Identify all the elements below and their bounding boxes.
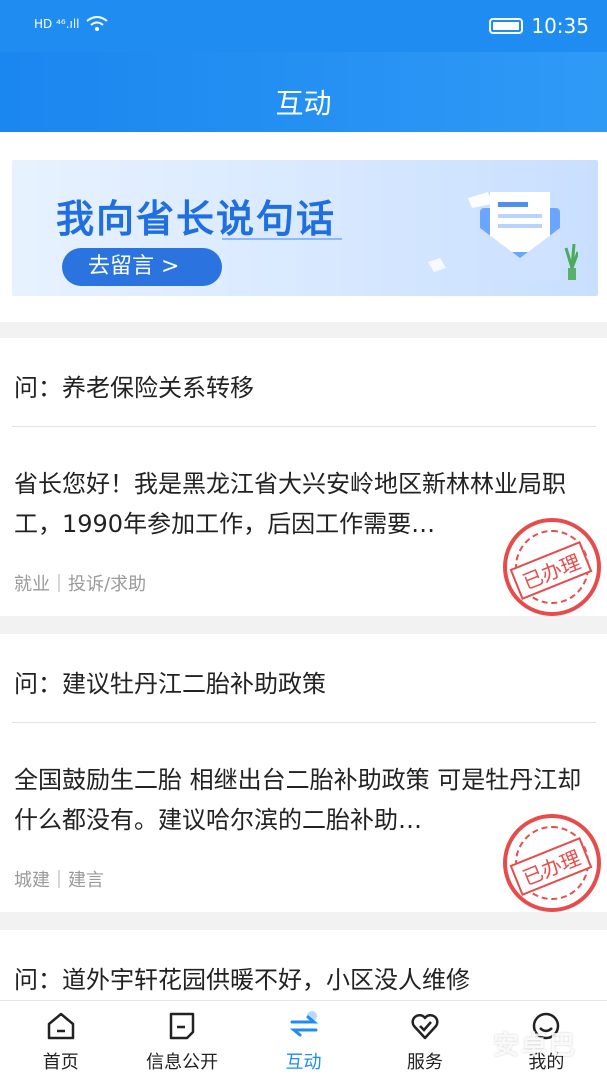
divider xyxy=(12,426,596,427)
question-title: 问：建议牡丹江二胎补助政策 xyxy=(14,670,326,698)
banner-title: 我向省长说句话 xyxy=(56,197,337,241)
wifi-icon xyxy=(85,16,108,31)
question-tags: 就业｜投诉/求助 xyxy=(14,574,147,595)
tab-label: 互动 xyxy=(285,1052,322,1073)
envelope-icon xyxy=(428,192,578,280)
battery-icon xyxy=(489,18,524,34)
question-body: 省长您好！我是黑龙江省大兴安岭地区新林林业局职工，1990年参加工作，后因工作需… xyxy=(14,470,566,538)
tab-interaction[interactable]: 互动 xyxy=(243,1001,364,1080)
question-title: 问：道外宇轩花园供暖不好，小区没人维修 xyxy=(14,966,470,994)
question-body: 全国鼓励生二胎 相继出台二胎补助政策 可是牡丹江却什么都没有。建议哈尔滨的二胎补… xyxy=(14,766,582,834)
tab-label: 信息公开 xyxy=(146,1052,219,1073)
page-title: 互动 xyxy=(275,87,332,120)
watermark: 安卓巴 xyxy=(492,1031,577,1061)
tab-service[interactable]: 服务 xyxy=(364,1001,485,1080)
interaction-icon xyxy=(289,1011,318,1037)
heart-check-icon xyxy=(411,1013,439,1040)
home-icon xyxy=(47,1012,74,1040)
signal-status: HD ⁴⁶.ıll xyxy=(34,16,108,32)
status-time: 10:35 xyxy=(531,14,589,38)
bottom-tab-bar: 首页 信息公开 互动 服务 我的 安卓巴 xyxy=(0,1000,607,1080)
question-title: 问：养老保险关系转移 xyxy=(14,374,254,402)
page-header: 互动 xyxy=(0,52,607,132)
processed-stamp: 已办理 xyxy=(503,814,601,912)
question-tags: 城建｜建言 xyxy=(14,870,104,891)
leave-message-button[interactable]: 去留言 > xyxy=(62,248,222,286)
question-card[interactable]: 问：建议牡丹江二胎补助政策 全国鼓励生二胎 相继出台二胎补助政策 可是牡丹江却什… xyxy=(0,634,607,912)
document-icon xyxy=(169,1012,195,1040)
divider xyxy=(12,722,596,723)
tab-info[interactable]: 信息公开 xyxy=(121,1001,242,1080)
status-right: 10:35 xyxy=(489,14,589,38)
processed-stamp: 已办理 xyxy=(503,518,601,616)
message-banner[interactable]: 我向省长说句话 去留言 > xyxy=(12,160,598,296)
tab-label: 首页 xyxy=(42,1052,79,1073)
question-card[interactable]: 问：道外宇轩花园供暖不好，小区没人维修 xyxy=(0,930,607,1010)
tab-label: 服务 xyxy=(406,1052,443,1073)
banner-section: 我向省长说句话 去留言 > xyxy=(0,132,607,322)
network-indicator: HD ⁴⁶.ıll xyxy=(34,17,80,31)
tab-home[interactable]: 首页 xyxy=(0,1001,121,1080)
question-card[interactable]: 问：养老保险关系转移 省长您好！我是黑龙江省大兴安岭地区新林林业局职工，1990… xyxy=(0,338,607,616)
banner-divider xyxy=(222,238,342,240)
status-bar: HD ⁴⁶.ıll 10:35 xyxy=(0,0,607,52)
